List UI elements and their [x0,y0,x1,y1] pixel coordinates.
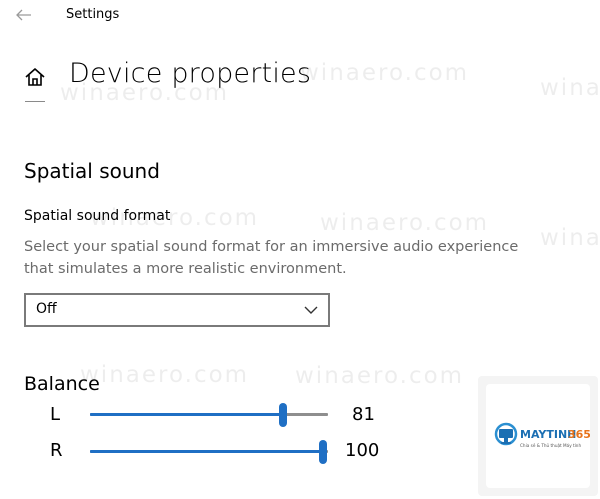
slider-thumb[interactable] [278,403,287,427]
spatial-sound-description: Select your spatial sound format for an … [24,239,519,277]
home-icon[interactable] [24,66,46,88]
spatial-sound-heading: Spatial sound [24,159,160,183]
right-balance-slider[interactable] [90,440,328,464]
watermark-text: winaero.com [80,362,250,388]
left-balance-slider[interactable] [90,403,328,427]
balance-label: Balance [24,373,100,395]
right-balance-value: 100 [345,440,380,461]
spatial-sound-format-label: Spatial sound format [24,208,171,224]
watermark-text: winaero.com [540,225,600,251]
svg-text:365: 365 [568,428,590,441]
back-button[interactable] [12,5,36,25]
left-balance-value: 81 [352,404,375,425]
watermark-text: winaero.com [320,210,490,236]
page-title: Device properties [69,58,312,89]
title-divider [25,101,45,102]
watermark-text: winaero.com [540,75,600,101]
right-channel-label: R [50,440,63,461]
title-bar: Settings [0,0,600,32]
app-title: Settings [66,7,120,22]
svg-text:Chia sẻ & Thủ thuật Máy tính: Chia sẻ & Thủ thuật Máy tính [520,443,581,448]
slider-fill [90,413,283,416]
watermark-text: winaero.com [300,60,470,86]
dropdown-selected-value: Off [36,301,57,317]
watermark-text: winaero.com [295,363,465,389]
slider-fill [90,450,324,453]
left-channel-label: L [50,404,61,425]
spatial-sound-format-dropdown[interactable]: Off [24,293,330,327]
slider-thumb[interactable] [319,440,328,464]
logo-card: MAYTINH 365 Chia sẻ & Thủ thuật Máy tính [478,376,598,496]
back-arrow-icon [16,9,31,21]
maytinh365-logo: MAYTINH 365 Chia sẻ & Thủ thuật Máy tính [494,422,590,448]
chevron-down-icon [304,306,318,314]
